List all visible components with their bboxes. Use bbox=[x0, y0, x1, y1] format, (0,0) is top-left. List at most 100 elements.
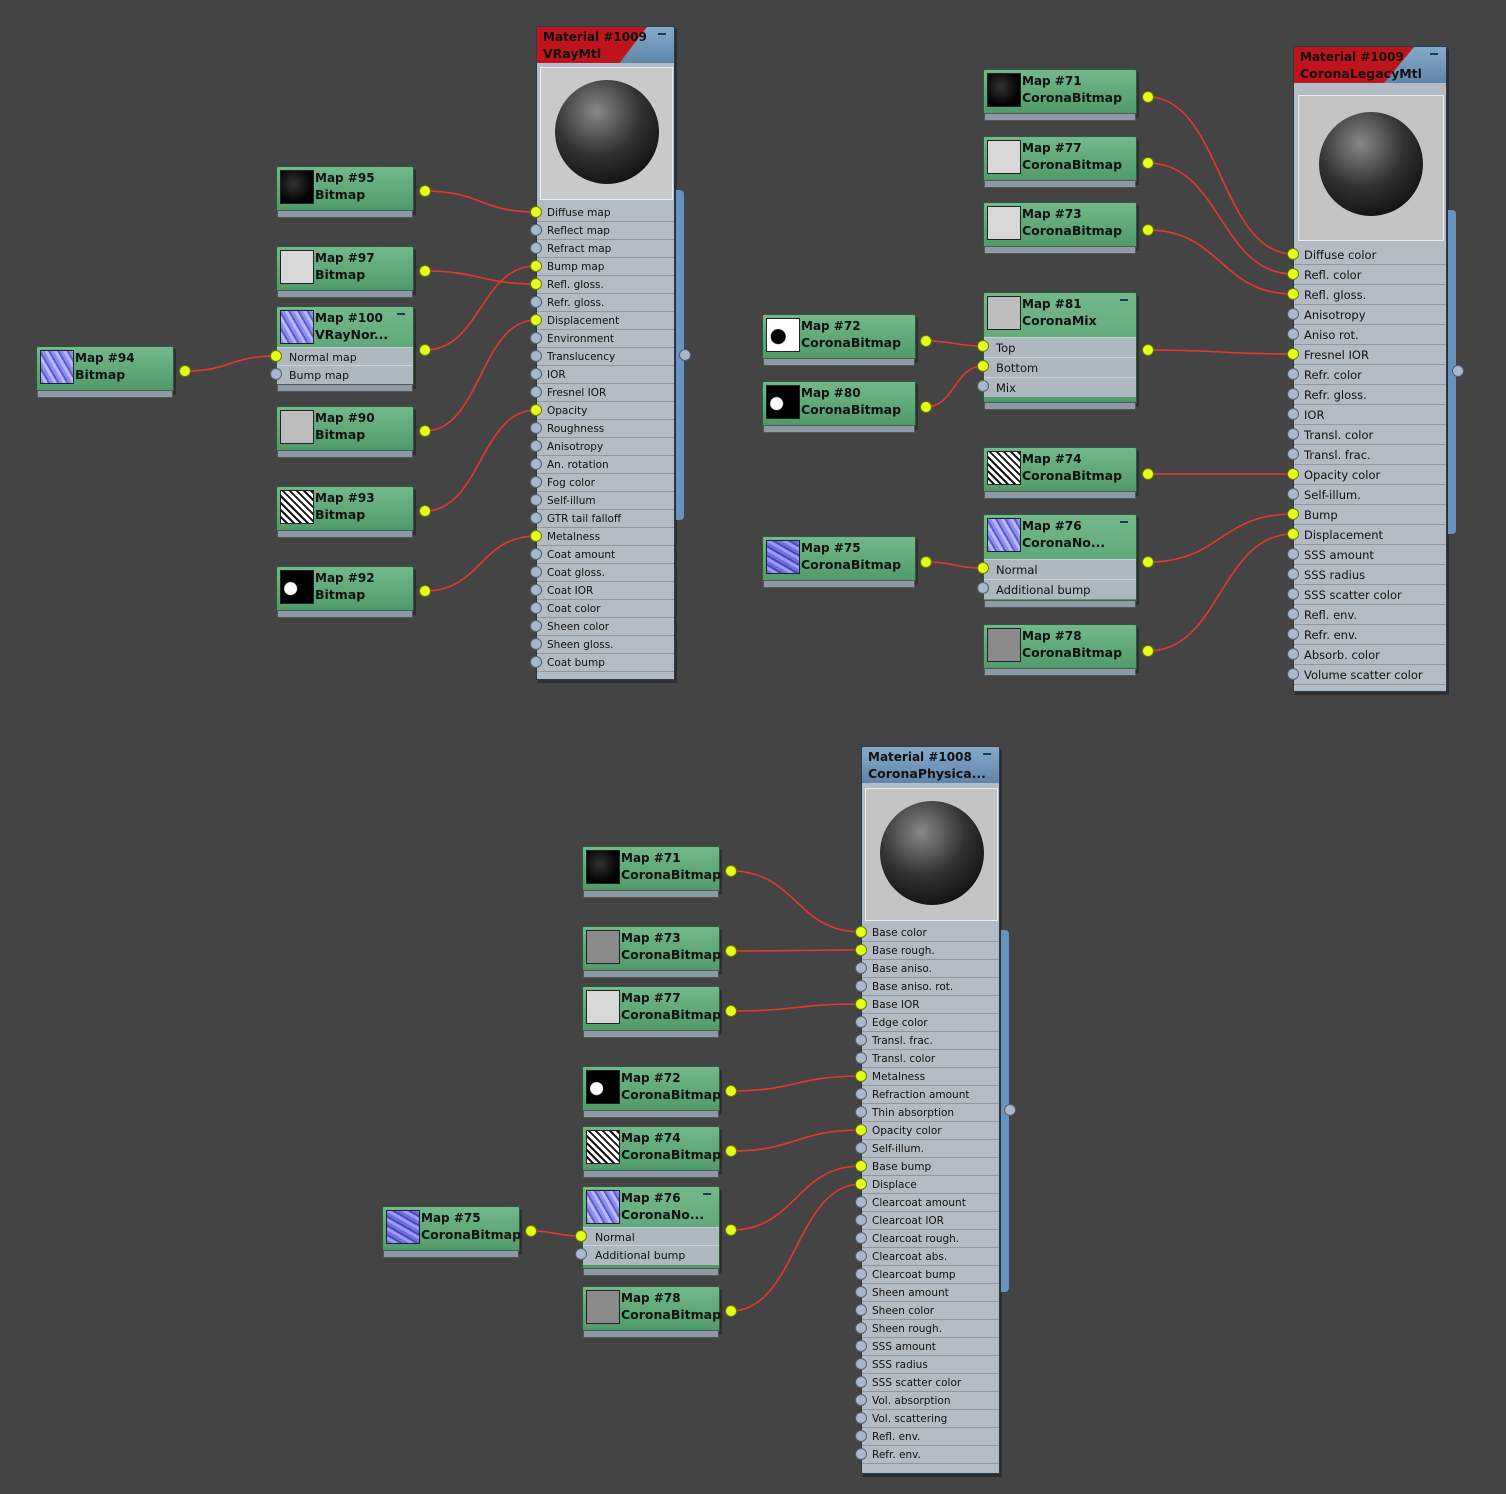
map-node-74[interactable]: Map #74 CoronaBitmap bbox=[983, 447, 1137, 499]
input-socket[interactable] bbox=[855, 1304, 867, 1316]
input-socket[interactable] bbox=[530, 494, 542, 506]
output-socket[interactable] bbox=[920, 401, 932, 413]
input-socket[interactable] bbox=[977, 380, 989, 392]
input-socket[interactable] bbox=[530, 224, 542, 236]
material-output-socket[interactable] bbox=[679, 349, 691, 361]
input-socket[interactable] bbox=[530, 584, 542, 596]
input-socket[interactable] bbox=[855, 1268, 867, 1280]
output-socket[interactable] bbox=[1142, 157, 1154, 169]
output-socket[interactable] bbox=[419, 505, 431, 517]
input-socket[interactable] bbox=[855, 1214, 867, 1226]
slot-sheen-color[interactable]: Sheen color bbox=[537, 618, 674, 636]
map-node-95[interactable]: Map #95 Bitmap bbox=[276, 166, 414, 218]
input-socket[interactable] bbox=[530, 350, 542, 362]
slot-aniso-rot[interactable]: Aniso rot. bbox=[1294, 325, 1446, 345]
slot-refr-env[interactable]: Refr. env. bbox=[862, 1446, 999, 1464]
map-node-73[interactable]: Map #73 CoronaBitmap bbox=[983, 202, 1137, 254]
output-socket[interactable] bbox=[725, 1305, 737, 1317]
slot-base-color[interactable]: Base color bbox=[862, 924, 999, 942]
slot-bump-map[interactable]: Bump map bbox=[537, 258, 674, 276]
slot-refr-gloss[interactable]: Refr. gloss. bbox=[537, 294, 674, 312]
input-socket[interactable] bbox=[855, 1286, 867, 1298]
slot-fog-color[interactable]: Fog color bbox=[537, 474, 674, 492]
slot-sheen-amount[interactable]: Sheen amount bbox=[862, 1284, 999, 1302]
slot-diffuse-color[interactable]: Diffuse color bbox=[1294, 245, 1446, 265]
output-socket[interactable] bbox=[725, 1085, 737, 1097]
input-socket[interactable] bbox=[1287, 588, 1299, 600]
input-socket[interactable] bbox=[1287, 328, 1299, 340]
collapse-icon[interactable] bbox=[397, 313, 405, 315]
slot-coat-color[interactable]: Coat color bbox=[537, 600, 674, 618]
input-socket[interactable] bbox=[530, 386, 542, 398]
map-node-77[interactable]: Map #77 CoronaBitmap bbox=[983, 136, 1137, 188]
slot-self-illum[interactable]: Self-illum bbox=[537, 492, 674, 510]
slot-refl-gloss[interactable]: Refl. gloss. bbox=[1294, 285, 1446, 305]
output-socket[interactable] bbox=[725, 1005, 737, 1017]
map-node-93[interactable]: Map #93 Bitmap bbox=[276, 486, 414, 538]
output-socket[interactable] bbox=[179, 365, 191, 377]
slot-additional-bump[interactable]: Additional bump bbox=[984, 579, 1136, 599]
input-socket[interactable] bbox=[1287, 528, 1299, 540]
output-socket[interactable] bbox=[1142, 645, 1154, 657]
slot-gtr-tail-falloff[interactable]: GTR tail falloff bbox=[537, 510, 674, 528]
map-node-75[interactable]: Map #75 CoronaBitmap bbox=[762, 536, 916, 588]
input-socket[interactable] bbox=[855, 1034, 867, 1046]
input-socket[interactable] bbox=[855, 1088, 867, 1100]
input-socket[interactable] bbox=[530, 332, 542, 344]
input-socket[interactable] bbox=[530, 206, 542, 218]
slot-thin-absorption[interactable]: Thin absorption bbox=[862, 1104, 999, 1122]
slot-sss-radius[interactable]: SSS radius bbox=[862, 1356, 999, 1374]
output-socket[interactable] bbox=[1142, 224, 1154, 236]
slot-base-ior[interactable]: Base IOR bbox=[862, 996, 999, 1014]
slot-normal[interactable]: Normal bbox=[984, 559, 1136, 579]
output-socket[interactable] bbox=[1142, 344, 1154, 356]
input-socket[interactable] bbox=[1287, 568, 1299, 580]
output-socket[interactable] bbox=[419, 425, 431, 437]
slot-base-rough[interactable]: Base rough. bbox=[862, 942, 999, 960]
input-socket[interactable] bbox=[530, 638, 542, 650]
map-node-80[interactable]: Map #80 CoronaBitmap bbox=[762, 381, 916, 433]
input-socket[interactable] bbox=[855, 926, 867, 938]
output-socket[interactable] bbox=[725, 1145, 737, 1157]
slot-refr-color[interactable]: Refr. color bbox=[1294, 365, 1446, 385]
output-socket[interactable] bbox=[920, 556, 932, 568]
slot-an-rotation[interactable]: An. rotation bbox=[537, 456, 674, 474]
input-socket[interactable] bbox=[270, 350, 282, 362]
map-node-90[interactable]: Map #90 Bitmap bbox=[276, 406, 414, 458]
output-socket[interactable] bbox=[1142, 556, 1154, 568]
slot-base-aniso-rot[interactable]: Base aniso. rot. bbox=[862, 978, 999, 996]
input-socket[interactable] bbox=[855, 1340, 867, 1352]
input-socket[interactable] bbox=[530, 422, 542, 434]
input-socket[interactable] bbox=[1287, 628, 1299, 640]
input-socket[interactable] bbox=[530, 512, 542, 524]
output-socket[interactable] bbox=[419, 585, 431, 597]
input-socket[interactable] bbox=[530, 548, 542, 560]
output-socket[interactable] bbox=[920, 335, 932, 347]
slot-bump[interactable]: Bump bbox=[1294, 505, 1446, 525]
map-node-75-b[interactable]: Map #75 CoronaBitmap bbox=[382, 1206, 521, 1258]
input-socket[interactable] bbox=[977, 360, 989, 372]
slot-refr-env[interactable]: Refr. env. bbox=[1294, 625, 1446, 645]
slot-base-bump[interactable]: Base bump bbox=[862, 1158, 999, 1176]
slot-ior[interactable]: IOR bbox=[537, 366, 674, 384]
input-socket[interactable] bbox=[855, 1358, 867, 1370]
slot-opacity[interactable]: Opacity bbox=[537, 402, 674, 420]
input-socket[interactable] bbox=[1287, 608, 1299, 620]
slot-sss-radius[interactable]: SSS radius bbox=[1294, 565, 1446, 585]
slot-transl-color[interactable]: Transl. color bbox=[1294, 425, 1446, 445]
input-socket[interactable] bbox=[530, 530, 542, 542]
slot-refl-env[interactable]: Refl. env. bbox=[1294, 605, 1446, 625]
slot-normal-map[interactable]: Normal map bbox=[277, 347, 413, 367]
slot-opacity-color[interactable]: Opacity color bbox=[1294, 465, 1446, 485]
map-node-92[interactable]: Map #92 Bitmap bbox=[276, 566, 414, 618]
output-socket[interactable] bbox=[525, 1225, 537, 1237]
input-socket[interactable] bbox=[977, 562, 989, 574]
map-node-77-b[interactable]: Map #77 CoronaBitmap bbox=[582, 986, 721, 1038]
output-socket[interactable] bbox=[419, 344, 431, 356]
slot-displace[interactable]: Displace bbox=[862, 1176, 999, 1194]
map-node-72[interactable]: Map #72 CoronaBitmap bbox=[762, 314, 916, 366]
slot-mix[interactable]: Mix bbox=[984, 377, 1136, 397]
input-socket[interactable] bbox=[530, 368, 542, 380]
input-socket[interactable] bbox=[270, 368, 282, 380]
map-node-78-b[interactable]: Map #78 CoronaBitmap bbox=[582, 1286, 721, 1338]
